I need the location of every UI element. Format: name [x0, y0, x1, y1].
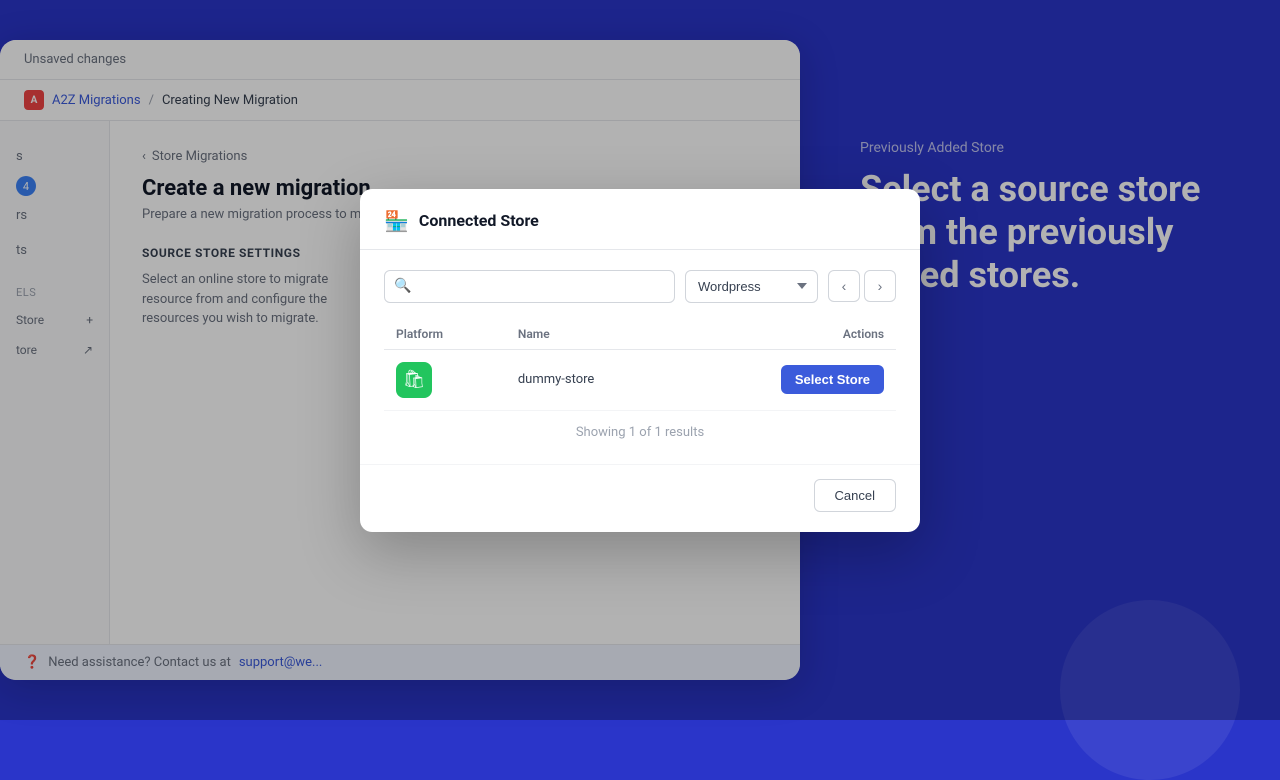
store-name: dummy-store: [518, 372, 594, 387]
table-row: 🛍 dummy-store Select Store: [384, 349, 896, 410]
search-input[interactable]: [384, 270, 675, 303]
table-header: Platform Name Actions: [384, 319, 896, 350]
action-cell: Select Store: [678, 349, 896, 410]
modal-header-icon: 🏪: [384, 209, 409, 233]
nav-buttons: ‹ ›: [828, 270, 896, 303]
platform-select[interactable]: Wordpress Shopify WooCommerce: [685, 270, 818, 303]
platform-cell: 🛍: [384, 349, 506, 410]
table-body: 🛍 dummy-store Select Store: [384, 349, 896, 410]
cancel-button[interactable]: Cancel: [814, 479, 896, 512]
store-table: Platform Name Actions 🛍 dummy-store: [384, 319, 896, 411]
search-icon: 🔍: [394, 278, 411, 294]
prev-button[interactable]: ‹: [828, 270, 860, 302]
results-text: Showing 1 of 1 results: [384, 411, 896, 444]
col-name: Name: [506, 319, 678, 350]
select-store-button[interactable]: Select Store: [781, 365, 884, 394]
search-box: 🔍: [384, 270, 675, 303]
modal-header: 🏪 Connected Store: [360, 189, 920, 250]
modal-overlay: 🏪 Connected Store 🔍 Wordpress Shopify Wo…: [0, 0, 1280, 720]
col-actions: Actions: [678, 319, 896, 350]
connected-store-modal: 🏪 Connected Store 🔍 Wordpress Shopify Wo…: [360, 189, 920, 532]
modal-body: 🔍 Wordpress Shopify WooCommerce ‹ › Pla: [360, 250, 920, 464]
name-cell: dummy-store: [506, 349, 678, 410]
modal-footer: Cancel: [360, 464, 920, 532]
platform-icon: 🛍: [396, 362, 432, 398]
col-platform: Platform: [384, 319, 506, 350]
next-button[interactable]: ›: [864, 270, 896, 302]
search-filter-row: 🔍 Wordpress Shopify WooCommerce ‹ ›: [384, 270, 896, 303]
modal-title: Connected Store: [419, 211, 539, 230]
